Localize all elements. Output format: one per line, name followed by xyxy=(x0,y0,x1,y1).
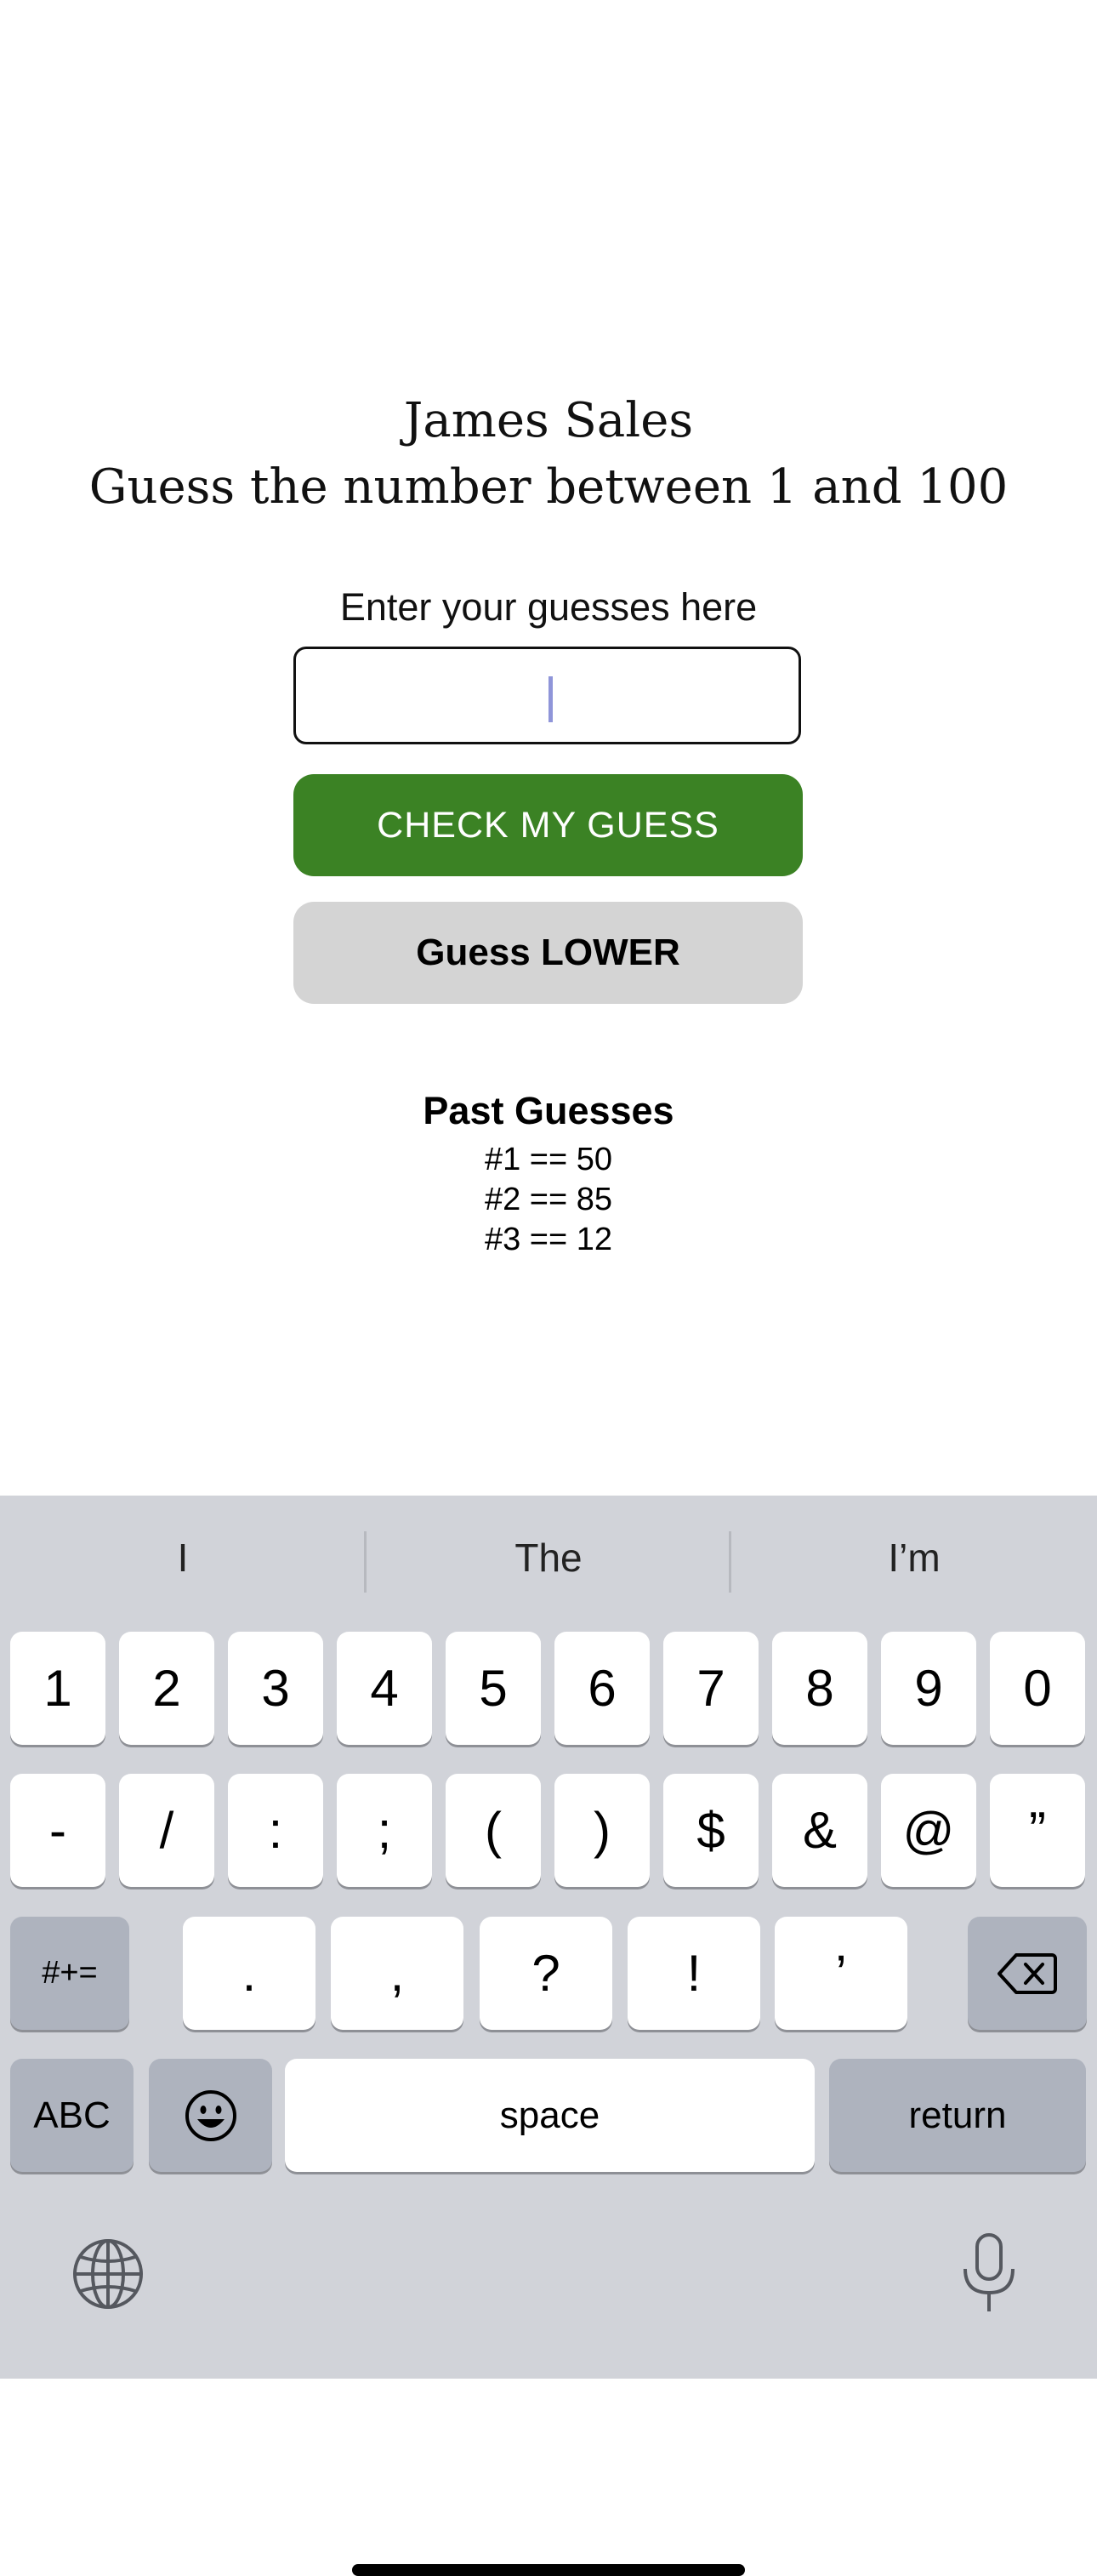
app-subtitle: Guess the number between 1 and 100 xyxy=(88,459,1009,515)
hint-button[interactable]: Guess LOWER xyxy=(293,902,803,1004)
key-0[interactable]: 0 xyxy=(990,1632,1085,1745)
suggestion-bar: I The I’m xyxy=(0,1496,1097,1623)
emoji-icon xyxy=(184,2089,238,2143)
past-guess-item: #2 == 85 xyxy=(484,1182,613,1217)
key-exclamation[interactable]: ! xyxy=(628,1917,760,2030)
key-comma[interactable]: , xyxy=(331,1917,463,2030)
past-guesses-title: Past Guesses xyxy=(423,1089,674,1132)
key-3[interactable]: 3 xyxy=(228,1632,323,1745)
past-guess-item: #3 == 12 xyxy=(484,1222,613,1257)
key-colon[interactable]: : xyxy=(228,1774,323,1887)
guess-input[interactable] xyxy=(293,647,801,744)
return-key[interactable]: return xyxy=(829,2059,1086,2172)
text-caret xyxy=(548,676,553,722)
key-semicolon[interactable]: ; xyxy=(337,1774,432,1887)
key-ampersand[interactable]: & xyxy=(772,1774,867,1887)
key-dollar[interactable]: $ xyxy=(663,1774,759,1887)
key-4[interactable]: 4 xyxy=(337,1632,432,1745)
key-at[interactable]: @ xyxy=(881,1774,976,1887)
key-5[interactable]: 5 xyxy=(446,1632,541,1745)
key-quote[interactable]: ” xyxy=(990,1774,1085,1887)
key-7[interactable]: 7 xyxy=(663,1632,759,1745)
input-label: Enter your guesses here xyxy=(339,585,758,629)
key-symbols[interactable]: #+= xyxy=(10,1917,129,2030)
suggestion-1[interactable]: I xyxy=(0,1519,366,1596)
key-2[interactable]: 2 xyxy=(119,1632,214,1745)
key-hyphen[interactable]: - xyxy=(10,1774,105,1887)
backspace-icon xyxy=(998,1952,1057,1996)
app-title: James Sales xyxy=(403,393,694,448)
microphone-icon[interactable] xyxy=(955,2231,1023,2317)
keyboard: I The I’m 1 2 3 4 5 6 7 8 9 0 - / : ; ( … xyxy=(0,1496,1097,2576)
check-guess-button[interactable]: CHECK MY GUESS xyxy=(293,774,803,876)
key-period[interactable]: . xyxy=(183,1917,315,2030)
past-guesses-list: #1 == 50 #2 == 85 #3 == 12 xyxy=(0,1140,1097,1260)
key-close-paren[interactable]: ) xyxy=(554,1774,650,1887)
home-indicator xyxy=(352,2564,745,2576)
suggestion-2[interactable]: The xyxy=(366,1519,731,1596)
key-8[interactable]: 8 xyxy=(772,1632,867,1745)
key-slash[interactable]: / xyxy=(119,1774,214,1887)
key-apostrophe[interactable]: ’ xyxy=(775,1917,907,2030)
key-1[interactable]: 1 xyxy=(10,1632,105,1745)
suggestion-3[interactable]: I’m xyxy=(731,1519,1097,1596)
backspace-key[interactable] xyxy=(968,1917,1087,2030)
key-open-paren[interactable]: ( xyxy=(446,1774,541,1887)
key-9[interactable]: 9 xyxy=(881,1632,976,1745)
past-guess-item: #1 == 50 xyxy=(484,1142,613,1177)
space-key[interactable]: space xyxy=(285,2059,815,2172)
key-question[interactable]: ? xyxy=(480,1917,612,2030)
key-6[interactable]: 6 xyxy=(554,1632,650,1745)
globe-icon[interactable] xyxy=(70,2236,146,2312)
abc-key[interactable]: ABC xyxy=(10,2059,134,2172)
emoji-key[interactable] xyxy=(149,2059,272,2172)
